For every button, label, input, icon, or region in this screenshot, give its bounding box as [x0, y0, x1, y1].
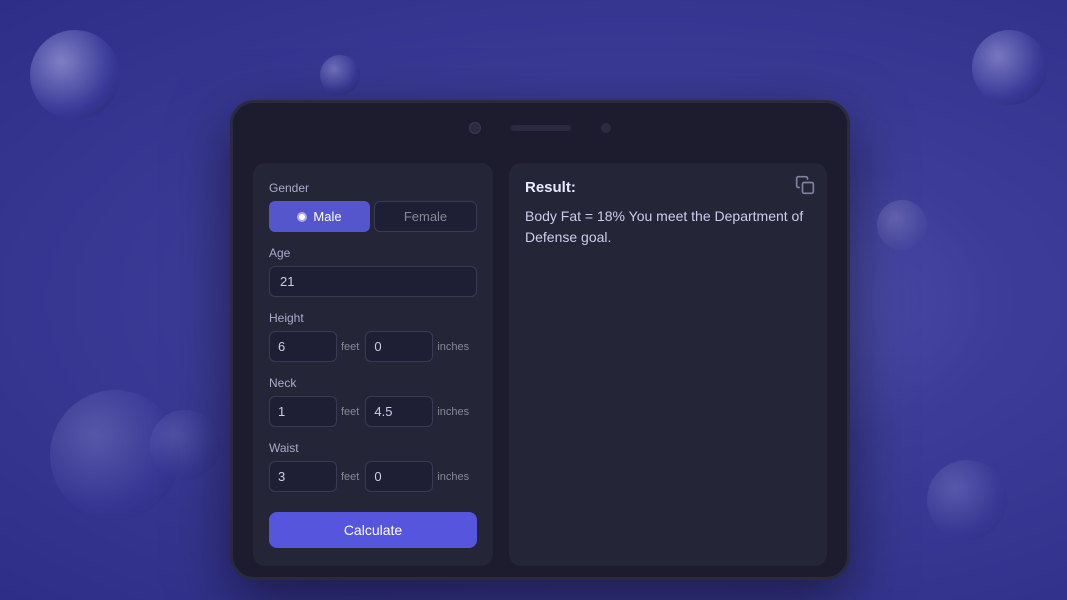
neck-measure-row: feet inches	[269, 396, 477, 427]
waist-field-group: Waist feet inches	[269, 441, 477, 492]
age-label: Age	[269, 246, 477, 260]
sphere-mid-right	[927, 460, 1007, 540]
height-feet-part: feet	[269, 331, 359, 362]
age-input[interactable]	[269, 266, 477, 297]
tablet-sensor	[601, 123, 611, 133]
height-inches-unit: inches	[437, 341, 469, 353]
tablet-speaker	[511, 125, 571, 131]
gender-field-group: Gender Male Female	[269, 181, 477, 232]
height-inches-input[interactable]	[365, 331, 433, 362]
waist-feet-unit: feet	[341, 471, 359, 483]
neck-field-group: Neck feet inches	[269, 376, 477, 427]
waist-measure-row: feet inches	[269, 461, 477, 492]
sphere-top-mid	[320, 55, 360, 95]
waist-inches-unit: inches	[437, 471, 469, 483]
waist-feet-part: feet	[269, 461, 359, 492]
neck-inches-part: inches	[365, 396, 469, 427]
neck-inches-input[interactable]	[365, 396, 433, 427]
neck-feet-part: feet	[269, 396, 359, 427]
neck-feet-input[interactable]	[269, 396, 337, 427]
gender-toggle: Male Female	[269, 201, 477, 232]
height-field-group: Height feet inches	[269, 311, 477, 362]
age-field-group: Age	[269, 246, 477, 297]
neck-feet-unit: feet	[341, 406, 359, 418]
sphere-mid-left-2	[150, 410, 220, 480]
height-measure-row: feet inches	[269, 331, 477, 362]
result-header: Result:	[525, 179, 811, 196]
form-panel: Gender Male Female Age Height	[253, 163, 493, 566]
height-inches-part: inches	[365, 331, 469, 362]
waist-inches-part: inches	[365, 461, 469, 492]
tablet: Gender Male Female Age Height	[230, 100, 850, 580]
waist-feet-input[interactable]	[269, 461, 337, 492]
waist-inches-input[interactable]	[365, 461, 433, 492]
tablet-camera	[469, 122, 481, 134]
height-label: Height	[269, 311, 477, 325]
male-button[interactable]: Male	[269, 201, 370, 232]
neck-inches-unit: inches	[437, 406, 469, 418]
result-text: Body Fat = 18% You meet the Department o…	[525, 206, 811, 248]
radio-dot-male	[297, 212, 307, 222]
calculate-button[interactable]: Calculate	[269, 512, 477, 548]
tablet-content: Gender Male Female Age Height	[233, 153, 847, 586]
male-label: Male	[313, 209, 341, 224]
female-label: Female	[404, 209, 447, 224]
gender-label: Gender	[269, 181, 477, 195]
result-panel: Result: Body Fat = 18% You meet the Depa…	[509, 163, 827, 566]
calculate-label: Calculate	[344, 522, 402, 538]
sphere-mid-right-2	[877, 200, 927, 250]
copy-icon[interactable]	[795, 175, 815, 195]
height-feet-input[interactable]	[269, 331, 337, 362]
sphere-top-right	[972, 30, 1047, 105]
sphere-top-left	[30, 30, 120, 120]
female-button[interactable]: Female	[374, 201, 477, 232]
waist-label: Waist	[269, 441, 477, 455]
tablet-top-bar	[233, 103, 847, 153]
height-feet-unit: feet	[341, 341, 359, 353]
neck-label: Neck	[269, 376, 477, 390]
